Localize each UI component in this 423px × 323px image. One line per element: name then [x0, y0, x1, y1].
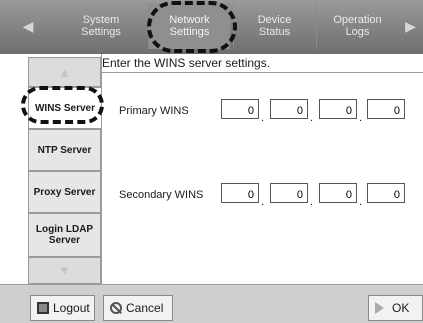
tab-operation-logs[interactable]: Operation Logs [316, 3, 398, 49]
secondary-wins-label: Secondary WINS [119, 189, 204, 201]
tab-label: System Settings [81, 14, 121, 38]
secondary-wins-octet-3[interactable] [319, 183, 357, 203]
dot-separator: . [261, 196, 265, 208]
tab-system-settings[interactable]: System Settings [57, 3, 145, 49]
bottom-action-bar: Logout Cancel OK [0, 284, 423, 323]
sidebar: WINS Server NTP Server Proxy Server Logi… [28, 87, 101, 257]
dot-separator: . [310, 196, 314, 208]
triangle-right-icon: ▶ [405, 17, 416, 34]
tab-label: Device Status [257, 14, 292, 38]
instruction-text: Enter the WINS server settings. [102, 56, 271, 70]
sidebar-item-wins-server[interactable]: WINS Server [28, 87, 101, 129]
secondary-wins-octet-4[interactable] [367, 183, 405, 203]
tab-label: Operation Logs [333, 14, 382, 38]
cancel-label: Cancel [126, 301, 164, 315]
sidebar-item-login-ldap-server[interactable]: Login LDAP Server [28, 213, 101, 257]
wins-settings-panel: Enter the WINS server settings. Primary … [101, 54, 423, 284]
ok-button[interactable]: OK [368, 295, 423, 321]
tab-scroll-right-button[interactable]: ▶ [398, 3, 423, 49]
tab-device-status[interactable]: Device Status [233, 3, 315, 49]
cancel-button[interactable]: Cancel [103, 295, 173, 321]
sidebar-item-label: WINS Server [34, 102, 96, 114]
primary-wins-octet-1[interactable] [221, 99, 259, 119]
sidebar-item-label: Login LDAP Server [35, 224, 94, 246]
top-tab-bar: ◀ System Settings Network Settings Devic… [0, 0, 423, 54]
dot-separator: . [359, 112, 363, 124]
sidebar-item-ntp-server[interactable]: NTP Server [28, 129, 101, 171]
sidebar-scroll-up-button[interactable]: ▲ [28, 57, 101, 87]
tab-scroll-left-button[interactable]: ◀ [0, 3, 56, 49]
play-arrow-icon [375, 302, 384, 314]
sidebar-item-label: Proxy Server [33, 186, 96, 198]
dot-separator: . [310, 112, 314, 124]
primary-wins-octet-3[interactable] [319, 99, 357, 119]
ok-label: OK [392, 301, 410, 315]
divider [102, 72, 423, 73]
triangle-down-icon: ▼ [58, 263, 71, 278]
triangle-up-icon: ▲ [58, 64, 71, 80]
primary-wins-octet-2[interactable] [270, 99, 308, 119]
tab-label: Network Settings [169, 14, 210, 38]
primary-wins-label: Primary WINS [119, 105, 189, 117]
sidebar-scroll-down-button[interactable]: ▼ [28, 257, 101, 284]
cancel-icon [110, 302, 122, 314]
logout-button[interactable]: Logout [30, 295, 95, 321]
dot-separator: . [359, 196, 363, 208]
logout-label: Logout [53, 301, 90, 315]
sidebar-item-label: NTP Server [37, 144, 92, 156]
sidebar-item-proxy-server[interactable]: Proxy Server [28, 171, 101, 213]
secondary-wins-octet-1[interactable] [221, 183, 259, 203]
triangle-left-icon: ◀ [22, 17, 34, 34]
secondary-wins-octet-2[interactable] [270, 183, 308, 203]
tab-network-settings[interactable]: Network Settings [148, 3, 230, 49]
dot-separator: . [261, 112, 265, 124]
logout-icon [37, 302, 49, 314]
primary-wins-octet-4[interactable] [367, 99, 405, 119]
